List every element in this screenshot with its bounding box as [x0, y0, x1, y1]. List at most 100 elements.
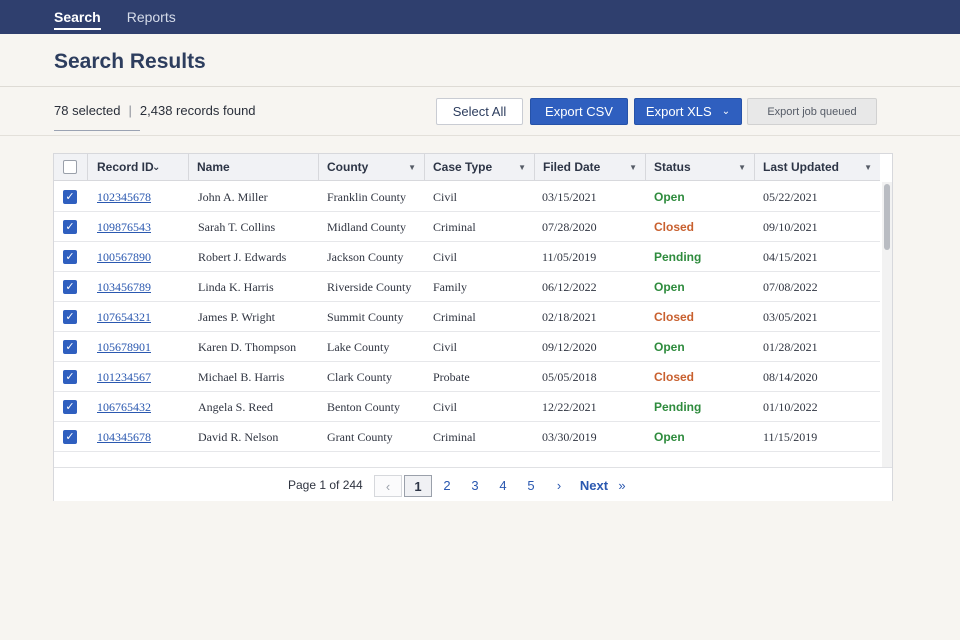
- tab-reports[interactable]: Reports: [127, 0, 176, 34]
- filed-date-cell: 06/12/2022: [542, 280, 597, 294]
- page-title: Search Results: [54, 50, 206, 73]
- filed-date-cell: 03/30/2019: [542, 430, 597, 444]
- case-type-cell: Civil: [433, 190, 458, 204]
- results-table: Record ID ⌄ Name County ▼ Case Type ▼ Fi…: [53, 153, 893, 501]
- col-status[interactable]: Status ▼: [646, 154, 755, 181]
- status-badge: Pending: [654, 400, 702, 414]
- select-all-checkbox[interactable]: [63, 160, 77, 174]
- table-row[interactable]: ✓ 100567890 Robert J. Edwards Jackson Count…: [54, 242, 880, 272]
- col-label: Last Updated: [763, 160, 840, 174]
- table-row[interactable]: ✓ 101234567 Michael B. Harris Clark County P…: [54, 362, 880, 392]
- page-3-button[interactable]: 3: [462, 475, 488, 497]
- case-type-cell: Criminal: [433, 220, 476, 234]
- row-checkbox[interactable]: ✓: [63, 370, 77, 384]
- record-id-link[interactable]: 109876543: [97, 212, 151, 242]
- next-page-button[interactable]: Next: [576, 475, 612, 497]
- export-xls-label: Export XLS: [645, 104, 712, 119]
- filed-date-cell: 02/18/2021: [542, 310, 597, 324]
- table-row[interactable]: ✓ 104345678 David R. Nelson Grant County Cri…: [54, 422, 880, 452]
- col-label: County: [327, 160, 369, 174]
- table-row[interactable]: ✓ 109876543 Sarah T. Collins Midland County…: [54, 212, 880, 242]
- page-5-button[interactable]: 5: [518, 475, 544, 497]
- case-type-cell: Civil: [433, 400, 458, 414]
- record-id-link[interactable]: 100567890: [97, 242, 151, 272]
- dropdown-caret-icon: ▼: [629, 163, 637, 172]
- page-info: Page 1 of 244: [288, 478, 363, 492]
- summary-separator: |: [128, 103, 132, 118]
- col-label: Case Type: [433, 160, 493, 174]
- table-row[interactable]: ✓ 105678901 Karen D. Thompson Lake County Ci…: [54, 332, 880, 362]
- row-checkbox[interactable]: ✓: [63, 340, 77, 354]
- status-badge: Closed: [654, 220, 695, 234]
- dropdown-caret-icon: ▼: [864, 163, 872, 172]
- last-updated-cell: 03/05/2021: [763, 310, 818, 324]
- chevron-left-icon[interactable]: ‹: [374, 475, 402, 497]
- export-xls-button[interactable]: Export XLS ⌄: [634, 98, 742, 125]
- summary-underline: [54, 130, 140, 131]
- page-2-button[interactable]: 2: [434, 475, 460, 497]
- record-id-link[interactable]: 103456789: [97, 272, 151, 302]
- record-id-link[interactable]: 106765432: [97, 392, 151, 422]
- record-id-link[interactable]: 105678901: [97, 332, 151, 362]
- row-checkbox[interactable]: ✓: [63, 430, 77, 444]
- filed-date-cell: 11/05/2019: [542, 250, 597, 264]
- status-badge: Open: [654, 340, 685, 354]
- selection-summary: 78 selected | 2,438 records found: [54, 103, 256, 118]
- row-checkbox[interactable]: ✓: [63, 280, 77, 294]
- scrollbar[interactable]: [882, 182, 892, 472]
- name-cell: John A. Miller: [198, 190, 268, 204]
- table-row[interactable]: ✓ 107654321 James P. Wright Summit County Cr…: [54, 302, 880, 332]
- col-last-updated[interactable]: Last Updated ▼: [755, 154, 880, 181]
- col-filed-date[interactable]: Filed Date ▼: [535, 154, 646, 181]
- pagination: Page 1 of 244 ‹ 1 2 3 4 5 › Next »: [54, 467, 892, 501]
- col-record-id[interactable]: Record ID ⌄: [88, 154, 189, 181]
- dropdown-caret-icon: ▼: [408, 163, 416, 172]
- county-cell: Benton County: [327, 400, 401, 414]
- record-id-link[interactable]: 101234567: [97, 362, 151, 392]
- double-chevron-right-icon[interactable]: »: [612, 475, 632, 497]
- select-all-button[interactable]: Select All: [436, 98, 523, 125]
- name-cell: Robert J. Edwards: [198, 250, 287, 264]
- page-1-button[interactable]: 1: [404, 475, 432, 497]
- selected-count: 78 selected: [54, 103, 121, 118]
- export-csv-button[interactable]: Export CSV: [530, 98, 628, 125]
- col-county[interactable]: County ▼: [319, 154, 425, 181]
- county-cell: Summit County: [327, 310, 404, 324]
- status-badge: Open: [654, 190, 685, 204]
- case-type-cell: Civil: [433, 250, 458, 264]
- row-checkbox[interactable]: ✓: [63, 400, 77, 414]
- chevron-right-icon[interactable]: ›: [546, 475, 572, 497]
- col-name[interactable]: Name: [189, 154, 319, 181]
- last-updated-cell: 04/15/2021: [763, 250, 818, 264]
- scrollbar-thumb[interactable]: [884, 184, 890, 250]
- row-checkbox[interactable]: ✓: [63, 310, 77, 324]
- record-id-link[interactable]: 102345678: [97, 182, 151, 212]
- status-badge: Closed: [654, 310, 695, 324]
- record-id-link[interactable]: 107654321: [97, 302, 151, 332]
- table-row[interactable]: ✓ 102345678 John A. Miller Franklin County C…: [54, 182, 880, 212]
- col-label: Name: [197, 160, 230, 174]
- row-checkbox[interactable]: ✓: [63, 250, 77, 264]
- county-cell: Clark County: [327, 370, 392, 384]
- table-row[interactable]: ✓ 106765432 Angela S. Reed Benton County Civ…: [54, 392, 880, 422]
- case-type-cell: Civil: [433, 340, 458, 354]
- col-label: Filed Date: [543, 160, 601, 174]
- name-cell: Angela S. Reed: [198, 400, 273, 414]
- top-nav: Search Reports: [0, 0, 960, 34]
- county-cell: Lake County: [327, 340, 390, 354]
- last-updated-cell: 11/15/2019: [763, 430, 818, 444]
- last-updated-cell: 09/10/2021: [763, 220, 818, 234]
- tab-search[interactable]: Search: [54, 0, 101, 34]
- page-4-button[interactable]: 4: [490, 475, 516, 497]
- case-type-cell: Criminal: [433, 310, 476, 324]
- status-badge: Open: [654, 280, 685, 294]
- col-case-type[interactable]: Case Type ▼: [425, 154, 535, 181]
- export-status-badge: Export job queued: [747, 98, 877, 125]
- county-cell: Franklin County: [327, 190, 407, 204]
- row-checkbox[interactable]: ✓: [63, 220, 77, 234]
- county-cell: Midland County: [327, 220, 407, 234]
- chevron-down-icon: ⌄: [721, 106, 731, 117]
- table-row[interactable]: ✓ 103456789 Linda K. Harris Riverside Count…: [54, 272, 880, 302]
- row-checkbox[interactable]: ✓: [63, 190, 77, 204]
- record-id-link[interactable]: 104345678: [97, 422, 151, 452]
